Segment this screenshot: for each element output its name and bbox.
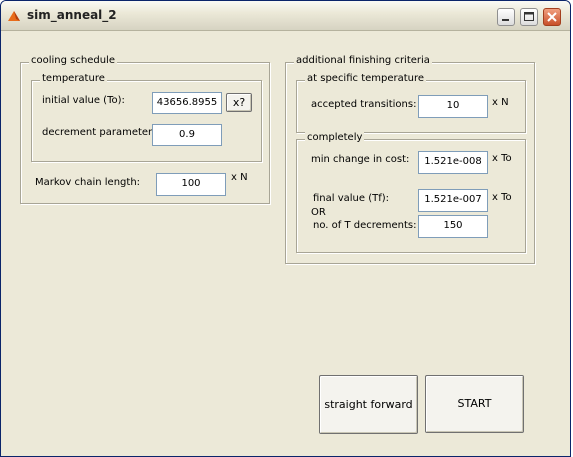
- temperature-group: temperature initial value (To): 43656.89…: [31, 73, 262, 162]
- accepted-transitions-field[interactable]: 10: [418, 95, 488, 118]
- completely-group: completely min change in cost: 1.521e-00…: [296, 132, 526, 253]
- finishing-criteria-legend: additional finishing criteria: [294, 55, 432, 66]
- cooling-schedule-legend: cooling schedule: [29, 55, 117, 66]
- minimize-button[interactable]: [497, 8, 515, 26]
- close-button[interactable]: [543, 8, 561, 26]
- close-icon: [547, 12, 557, 22]
- accepted-transitions-label: accepted transitions:: [311, 99, 417, 110]
- window-title: sim_anneal_2: [27, 8, 117, 22]
- maximize-icon: [524, 12, 534, 21]
- decrement-parameter-field[interactable]: 0.9: [152, 124, 222, 146]
- min-change-unit: x To: [492, 153, 512, 164]
- min-change-label: min change in cost:: [311, 154, 410, 165]
- t-decrements-label: no. of T decrements:: [313, 220, 417, 231]
- cooling-schedule-group: cooling schedule temperature initial val…: [20, 55, 270, 204]
- specific-temperature-group: at specific temperature accepted transit…: [296, 73, 526, 133]
- specific-temperature-legend: at specific temperature: [305, 73, 427, 84]
- markov-chain-unit: x N: [231, 172, 248, 183]
- or-label: OR: [311, 207, 326, 218]
- accepted-transitions-unit: x N: [492, 97, 509, 108]
- initial-value-label: initial value (To):: [42, 95, 125, 106]
- initial-value-field[interactable]: 43656.8955: [152, 92, 222, 114]
- maximize-button[interactable]: [520, 8, 538, 26]
- decrement-parameter-label: decrement parameter:: [42, 127, 156, 138]
- matlab-icon: [8, 11, 20, 21]
- min-change-field[interactable]: 1.521e-008: [418, 151, 488, 174]
- markov-chain-field[interactable]: 100: [156, 173, 226, 196]
- final-value-field[interactable]: 1.521e-007: [418, 189, 488, 212]
- final-value-unit: x To: [492, 192, 512, 203]
- help-button[interactable]: x?: [226, 93, 252, 112]
- start-button[interactable]: START: [425, 375, 524, 433]
- completely-legend: completely: [305, 132, 365, 143]
- t-decrements-field[interactable]: 150: [418, 215, 488, 238]
- app-window: sim_anneal_2 cooling schedule temperatur…: [0, 0, 571, 457]
- straight-forward-button[interactable]: straight forward: [319, 375, 418, 434]
- final-value-label: final value (Tf):: [313, 193, 390, 204]
- finishing-criteria-group: additional finishing criteria at specifi…: [285, 55, 535, 264]
- minimize-icon: [502, 19, 509, 21]
- markov-chain-label: Markov chain length:: [35, 177, 141, 188]
- client-area: cooling schedule temperature initial val…: [5, 34, 566, 452]
- title-bar[interactable]: sim_anneal_2: [1, 1, 570, 31]
- temperature-legend: temperature: [40, 73, 107, 84]
